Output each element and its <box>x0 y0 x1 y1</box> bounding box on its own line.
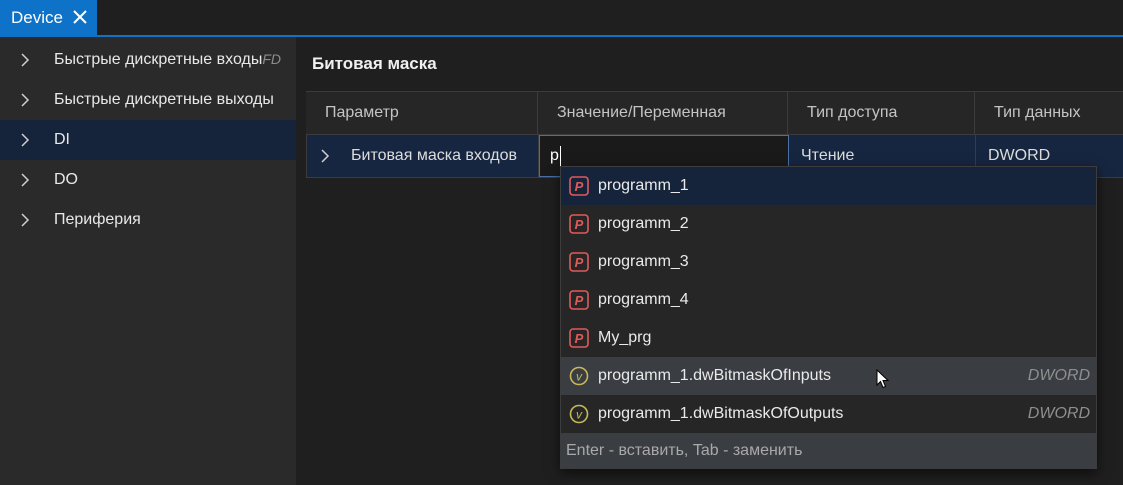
suggestion-item[interactable]: P programm_4 <box>561 281 1096 319</box>
column-header-dtype[interactable]: Тип данных <box>975 92 1123 134</box>
chevron-right-icon[interactable] <box>18 52 32 68</box>
svg-text:v: v <box>576 408 583 422</box>
suggestion-name: programm_1.dwBitmaskOfInputs <box>598 367 831 384</box>
chevron-right-icon[interactable] <box>319 148 331 164</box>
program-icon: P <box>569 176 589 196</box>
suggestion-name: programm_1 <box>598 177 689 194</box>
section-title: Битовая маска <box>312 54 437 73</box>
autocomplete-popup: P programm_1 P programm_2 P programm_3 P… <box>560 166 1097 469</box>
suggestion-name: programm_2 <box>598 215 689 232</box>
chevron-right-icon[interactable] <box>18 92 32 108</box>
sidebar-item-di[interactable]: DI <box>0 120 296 160</box>
value-text: p <box>550 147 559 164</box>
svg-text:P: P <box>575 255 584 270</box>
chevron-right-icon[interactable] <box>18 172 32 188</box>
sidebar-item-periphery[interactable]: Периферия <box>0 200 296 240</box>
close-icon[interactable] <box>71 8 89 26</box>
suggestion-item[interactable]: P programm_2 <box>561 205 1096 243</box>
sidebar-item-do[interactable]: DO <box>0 160 296 200</box>
sidebar: Быстрые дискретные входыFD Быстрые дискр… <box>0 37 296 485</box>
suggestion-name: programm_4 <box>598 291 689 308</box>
param-cell[interactable]: Битовая маска входов <box>307 135 539 177</box>
tab-bar: Device <box>0 0 1123 35</box>
sidebar-item-fast-inputs[interactable]: Быстрые дискретные входыFD <box>0 40 296 80</box>
chevron-right-icon[interactable] <box>18 132 32 148</box>
suggestion-item[interactable]: v programm_1.dwBitmaskOfInputs DWORD <box>561 357 1096 395</box>
text-caret <box>559 146 561 166</box>
svg-text:P: P <box>575 331 584 346</box>
sidebar-item-label: Периферия <box>54 211 141 228</box>
svg-text:P: P <box>575 179 584 194</box>
column-header-param[interactable]: Параметр <box>306 92 538 134</box>
variable-icon: v <box>569 366 589 386</box>
sidebar-item-label: Быстрые дискретные входыFD <box>54 51 281 68</box>
sidebar-item-label: Быстрые дискретные выходы <box>54 91 274 108</box>
sidebar-item-label: DO <box>54 171 78 188</box>
sidebar-item-label: DI <box>54 131 70 148</box>
program-icon: P <box>569 252 589 272</box>
suggestion-name: programm_1.dwBitmaskOfOutputs <box>598 405 844 422</box>
sidebar-item-suffix: FD <box>262 51 281 67</box>
program-icon: P <box>569 214 589 234</box>
program-icon: P <box>569 328 589 348</box>
svg-text:v: v <box>576 370 583 384</box>
param-name: Битовая маска входов <box>351 147 518 164</box>
suggestion-type: DWORD <box>1027 405 1090 422</box>
program-icon: P <box>569 290 589 310</box>
suggestion-item[interactable]: P My_prg <box>561 319 1096 357</box>
table-header: Параметр Значение/Переменная Тип доступа… <box>306 91 1123 135</box>
tab-title: Device <box>11 7 63 27</box>
suggestion-type: DWORD <box>1027 367 1090 384</box>
mouse-pointer-icon <box>876 369 890 389</box>
variable-icon: v <box>569 404 589 424</box>
svg-text:P: P <box>575 293 584 308</box>
suggestion-item[interactable]: P programm_1 <box>561 167 1096 205</box>
column-header-access[interactable]: Тип доступа <box>788 92 975 134</box>
svg-text:P: P <box>575 217 584 232</box>
suggestion-name: My_prg <box>598 329 652 346</box>
sidebar-item-fast-outputs[interactable]: Быстрые дискретные выходы <box>0 80 296 120</box>
column-header-value[interactable]: Значение/Переменная <box>538 92 788 134</box>
suggestion-name: programm_3 <box>598 253 689 270</box>
suggestion-item[interactable]: P programm_3 <box>561 243 1096 281</box>
autocomplete-hint: Enter - вставить, Tab - заменить <box>561 433 1096 468</box>
chevron-right-icon[interactable] <box>18 212 32 228</box>
suggestion-item[interactable]: v programm_1.dwBitmaskOfOutputs DWORD <box>561 395 1096 433</box>
tab-device[interactable]: Device <box>0 0 97 35</box>
